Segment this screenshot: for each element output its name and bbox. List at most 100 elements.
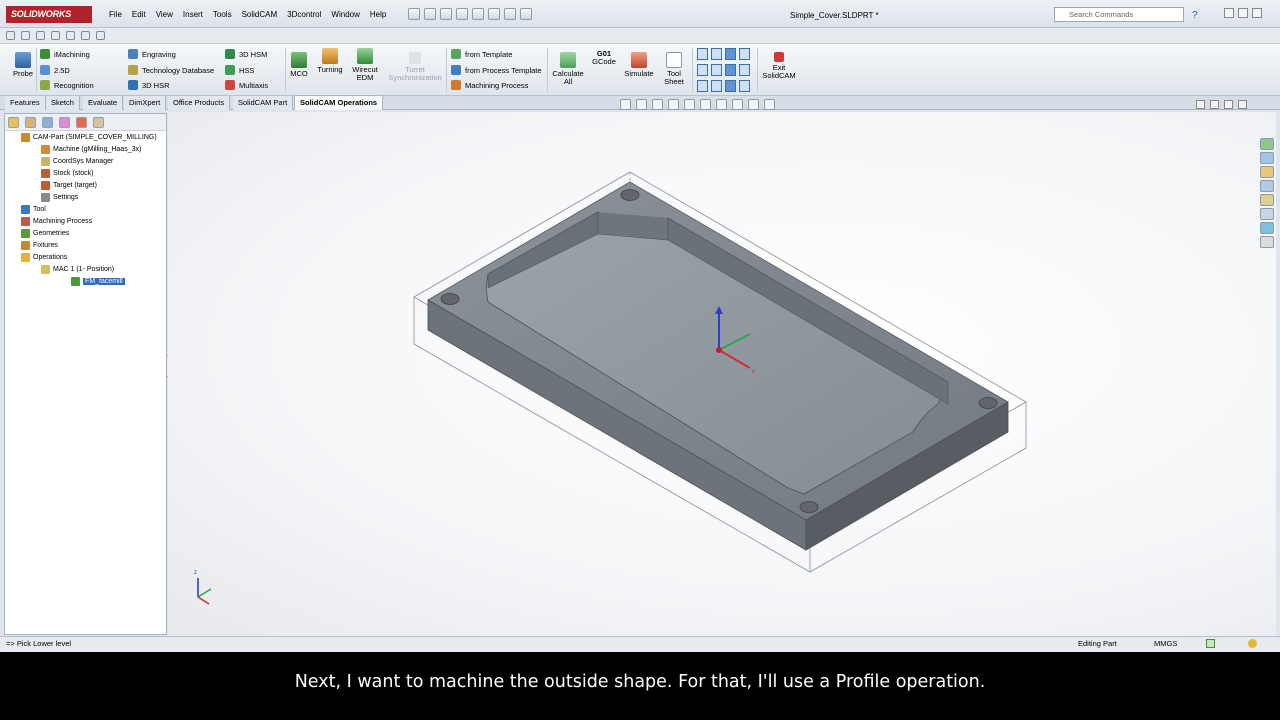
tree-item-target-target[interactable]: Target (target)	[41, 181, 97, 190]
tab-dimxpert[interactable]: DimXpert	[124, 96, 167, 110]
menu-insert[interactable]: Insert	[178, 10, 208, 19]
2.5d-button[interactable]: 2.5D	[40, 65, 70, 75]
from-process-template-button[interactable]: from Process Template	[451, 65, 542, 75]
3d-hsr-button[interactable]: 3D HSR	[128, 80, 170, 90]
menu-solidcam[interactable]: SolidCAM	[237, 10, 283, 19]
view-button-icon[interactable]	[711, 48, 722, 60]
turning-button[interactable]: Turning	[314, 48, 346, 74]
status-units[interactable]: MMGS	[1154, 637, 1177, 651]
section-view-icon[interactable]	[668, 99, 679, 110]
custom-properties-icon[interactable]	[1260, 222, 1274, 234]
tree-item-fm-facemill[interactable]: FM_facemill	[71, 277, 125, 286]
3d-hsm-button[interactable]: 3D HSM	[225, 49, 267, 59]
options-icon[interactable]	[520, 8, 532, 20]
tree-item-machine-gmilling-haas-3x[interactable]: Machine (gMilling_Haas_3x)	[41, 145, 141, 154]
smart-dimension-icon[interactable]	[81, 31, 90, 40]
tab-solidcam-part[interactable]: SolidCAM Part	[233, 96, 294, 110]
view-palette-icon[interactable]	[1260, 194, 1274, 206]
tree-item-fixtures[interactable]: Fixtures	[21, 241, 58, 250]
select-arrow-icon[interactable]	[488, 8, 500, 20]
rotate-icon[interactable]	[21, 31, 30, 40]
from-template-button[interactable]: from Template	[451, 49, 512, 59]
tree-item-geometries[interactable]: Geometries	[21, 229, 69, 238]
engraving-button[interactable]: Engraving	[128, 49, 176, 59]
menu-edit[interactable]: Edit	[127, 10, 151, 19]
search-commands-input[interactable]: Search Commands	[1054, 7, 1184, 22]
viewport-tile-icon[interactable]	[1210, 100, 1219, 109]
recognition-button[interactable]: Recognition	[40, 80, 94, 90]
calculate-all-button[interactable]: Calculate All	[551, 52, 585, 86]
turret-synchronization-button[interactable]: Turret Synchronization	[386, 52, 444, 82]
tab-features[interactable]: Features	[5, 96, 46, 110]
design-library-icon[interactable]	[1260, 152, 1274, 164]
tab-solidcam-operations[interactable]: SolidCAM Operations	[294, 95, 384, 110]
tree-item-settings[interactable]: Settings	[41, 193, 78, 202]
minimize-icon[interactable]	[1224, 8, 1234, 18]
tree-item-operations[interactable]: Operations	[21, 253, 67, 262]
menu-3dcontrol[interactable]: 3Dcontrol	[282, 10, 326, 19]
view-button-icon[interactable]	[711, 80, 722, 92]
view-button-icon[interactable]	[725, 64, 736, 76]
dimxpert-manager-icon[interactable]	[59, 117, 70, 128]
view-button-icon[interactable]	[697, 48, 708, 60]
menu-tools[interactable]: Tools	[208, 10, 237, 19]
tree-item-mac-1-1-position[interactable]: MAC 1 (1- Position)	[41, 265, 114, 274]
line-icon[interactable]	[36, 31, 45, 40]
solidcam-manager-icon[interactable]	[93, 117, 104, 128]
probe-button[interactable]: Probe	[10, 52, 36, 78]
search-results-icon[interactable]	[1260, 180, 1274, 192]
mco-button[interactable]: MCO	[288, 52, 310, 78]
viewport-close-icon[interactable]	[1238, 100, 1247, 109]
undo-icon[interactable]	[472, 8, 484, 20]
view-button-icon[interactable]	[739, 80, 750, 92]
menu-view[interactable]: View	[151, 10, 178, 19]
zoom-area-icon[interactable]	[636, 99, 647, 110]
tree-item-cam-part-simple-cover-milling[interactable]: CAM-Part (SIMPLE_COVER_MILLING)	[21, 133, 157, 142]
feature-manager-icon[interactable]	[8, 117, 19, 128]
tree-item-machining-process[interactable]: Machining Process	[21, 217, 92, 226]
viewport-minimize-icon[interactable]	[1224, 100, 1233, 109]
question-icon[interactable]	[96, 31, 105, 40]
machining-process-button[interactable]: Machining Process	[451, 80, 528, 90]
tab-sketch[interactable]: Sketch	[46, 96, 80, 110]
print-icon[interactable]	[456, 8, 468, 20]
menu-help[interactable]: Help	[365, 10, 391, 19]
appearance-icon[interactable]	[732, 99, 743, 110]
move-icon[interactable]	[6, 31, 15, 40]
home-icon[interactable]	[66, 31, 75, 40]
graphics-area[interactable]: x z	[168, 112, 1276, 636]
new-document-icon[interactable]	[408, 8, 420, 20]
tab-evaluate[interactable]: Evaluate	[83, 96, 124, 110]
zoom-to-fit-icon[interactable]	[620, 99, 631, 110]
tree-item-tool[interactable]: Tool	[21, 205, 46, 214]
help-icon[interactable]: ?	[1192, 10, 1198, 21]
tree-item-coordsys-manager[interactable]: CoordSys Manager	[41, 157, 113, 166]
exit-solidcam-button[interactable]: Exit SolidCAM	[761, 52, 797, 80]
view-button-icon[interactable]	[739, 48, 750, 60]
status-help-icon[interactable]	[1206, 639, 1215, 648]
save-icon[interactable]	[440, 8, 452, 20]
wirecut-edm-button[interactable]: Wirecut EDM	[349, 48, 381, 82]
view-button-icon[interactable]	[725, 48, 736, 60]
menu-window[interactable]: Window	[326, 10, 364, 19]
hss-button[interactable]: HSS	[225, 65, 254, 75]
rebuild-icon[interactable]	[504, 8, 516, 20]
arrow-icon[interactable]	[51, 31, 60, 40]
task-pane-extra-icon[interactable]	[1260, 236, 1274, 248]
tree-item-stock-stock[interactable]: Stock (stock)	[41, 169, 93, 178]
imachining-button[interactable]: iMachining	[40, 49, 90, 59]
view-settings-icon[interactable]	[764, 99, 775, 110]
view-button-icon[interactable]	[697, 80, 708, 92]
technology-database-button[interactable]: Technology Database	[128, 65, 214, 75]
solidworks-resources-icon[interactable]	[1260, 138, 1274, 150]
scene-icon[interactable]	[748, 99, 759, 110]
property-manager-icon[interactable]	[25, 117, 36, 128]
display-style-icon[interactable]	[700, 99, 711, 110]
view-button-icon[interactable]	[697, 64, 708, 76]
view-button-icon[interactable]	[711, 64, 722, 76]
view-orientation-icon[interactable]	[684, 99, 695, 110]
display-manager-icon[interactable]	[76, 117, 87, 128]
view-button-icon[interactable]	[739, 64, 750, 76]
multiaxis-button[interactable]: Multiaxis	[225, 80, 268, 90]
close-icon[interactable]	[1252, 8, 1262, 18]
